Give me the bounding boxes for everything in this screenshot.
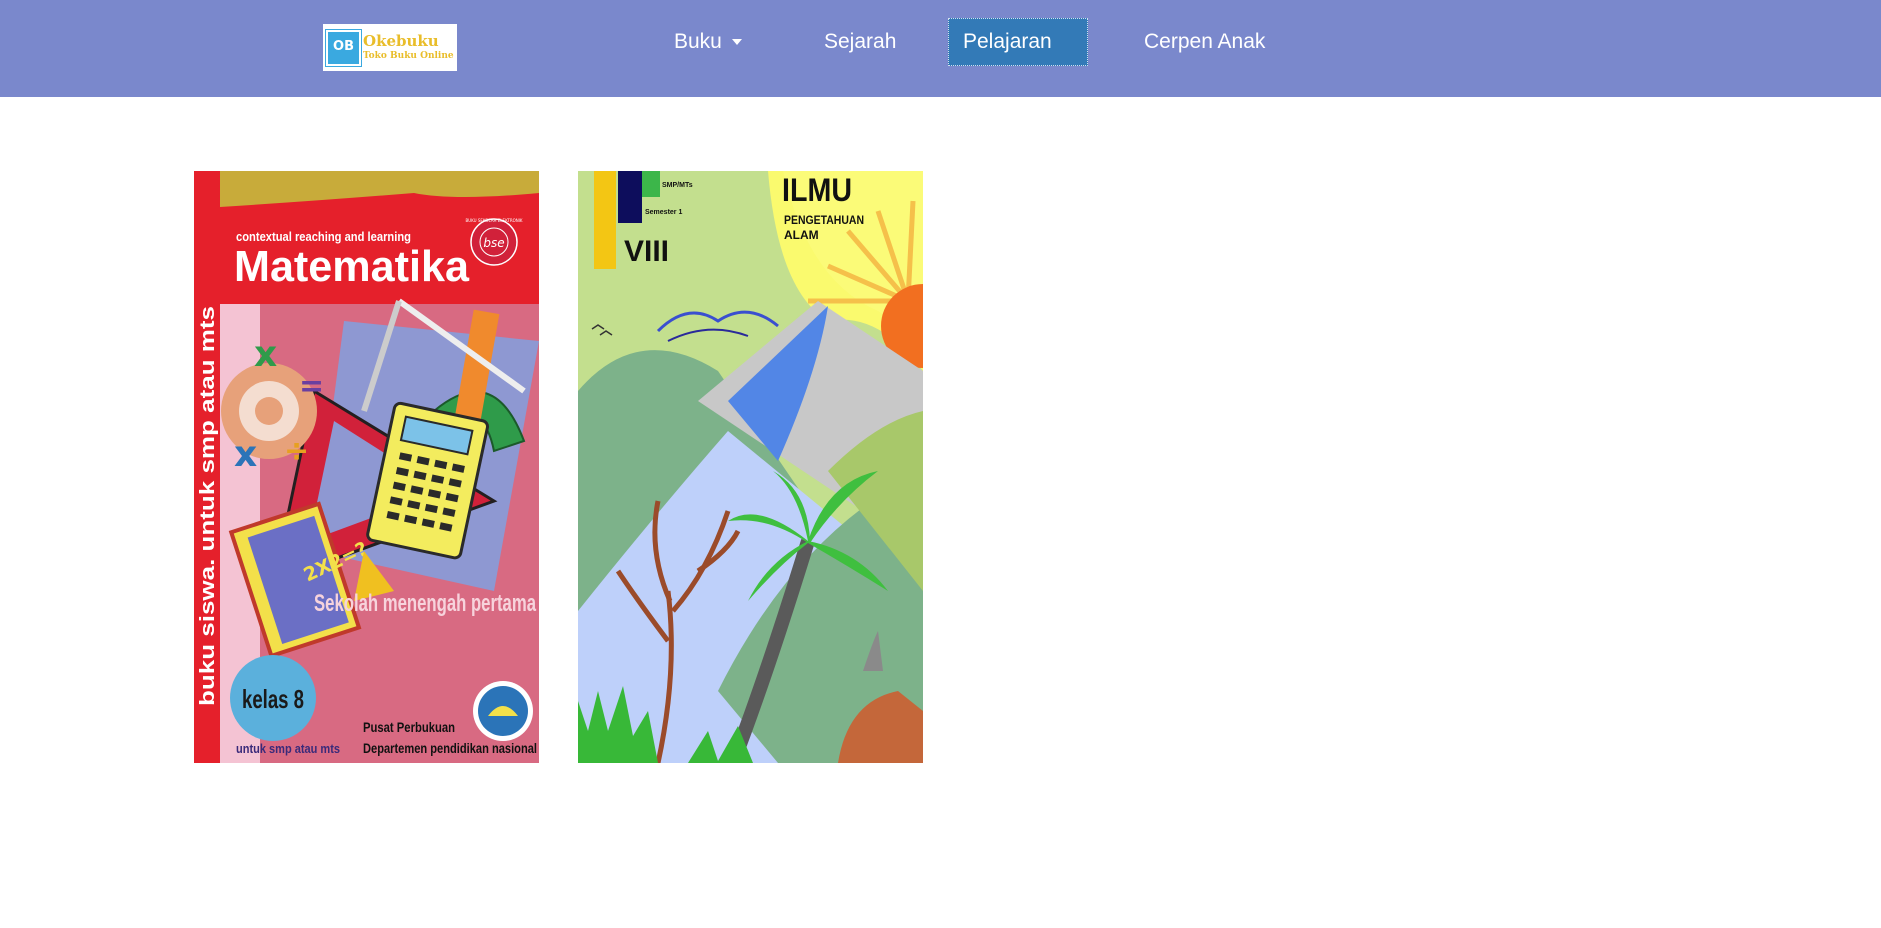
side-text: buku siswa. untuk smp atau mts xyxy=(197,306,219,706)
logo-subtitle: Toko Buku Online xyxy=(363,51,454,61)
grade-kelas: kelas 8 xyxy=(242,684,304,714)
nav-sejarah-label: Sejarah xyxy=(824,30,897,53)
ipa-grade: VIII xyxy=(624,235,669,268)
ipa-level: SMP/MTs xyxy=(662,182,693,189)
nav-buku-dropdown[interactable]: Buku xyxy=(660,18,756,66)
nav-buku-label: Buku xyxy=(674,30,722,53)
logo-title: Okebuku xyxy=(363,32,439,50)
svg-text:x: x xyxy=(254,334,277,375)
grade-sub: untuk smp atau mts xyxy=(236,741,340,756)
school-text: Sekolah menengah pertama xyxy=(314,590,536,617)
cover-title-matematika: Matematika xyxy=(234,242,470,291)
ipa-semester: Semester 1 xyxy=(645,209,682,216)
bse-badge: bse xyxy=(483,236,504,250)
ipa-subtitle-2: ALAM xyxy=(784,228,819,242)
svg-text:x: x xyxy=(234,434,257,475)
logo-badge: OB xyxy=(326,30,361,66)
site-logo[interactable]: OB Okebuku Toko Buku Online xyxy=(323,24,457,71)
nav-sejarah[interactable]: Sejarah xyxy=(810,18,910,66)
ipa-cover-art: SMP/MTs Semester 1 VIII ILMU PENGETAHUAN… xyxy=(578,171,923,763)
bse-badge-ring: BUKU SEKOLAH ELEKTRONIK xyxy=(465,218,522,223)
ipa-title: ILMU xyxy=(782,172,852,208)
nav-pelajaran-label: Pelajaran xyxy=(963,30,1052,53)
svg-text:÷: ÷ xyxy=(284,434,309,469)
publisher-line-1: Pusat Perbukuan xyxy=(363,719,455,735)
nav-cerpen-anak-label: Cerpen Anak xyxy=(1144,30,1266,53)
nav-pelajaran[interactable]: Pelajaran xyxy=(948,18,1088,66)
ipa-subtitle-1: PENGETAHUAN xyxy=(784,213,864,227)
nav-cerpen-anak[interactable]: Cerpen Anak xyxy=(1130,18,1279,66)
top-navbar: OB Okebuku Toko Buku Online Buku Sejarah… xyxy=(0,0,1881,97)
book-cover-ipa[interactable]: SMP/MTs Semester 1 VIII ILMU PENGETAHUAN… xyxy=(578,171,923,763)
svg-text:=: = xyxy=(299,369,324,404)
publisher-line-2: Departemen pendidikan nasional xyxy=(363,740,537,756)
caret-down-icon xyxy=(731,39,742,46)
book-cover-matematika[interactable]: x = x ÷ 2X2=? bse BUKU SEKOLAH ELEKTRONI… xyxy=(194,171,539,763)
matematika-cover-art: x = x ÷ 2X2=? bse BUKU SEKOLAH ELEKTRONI… xyxy=(194,171,539,763)
